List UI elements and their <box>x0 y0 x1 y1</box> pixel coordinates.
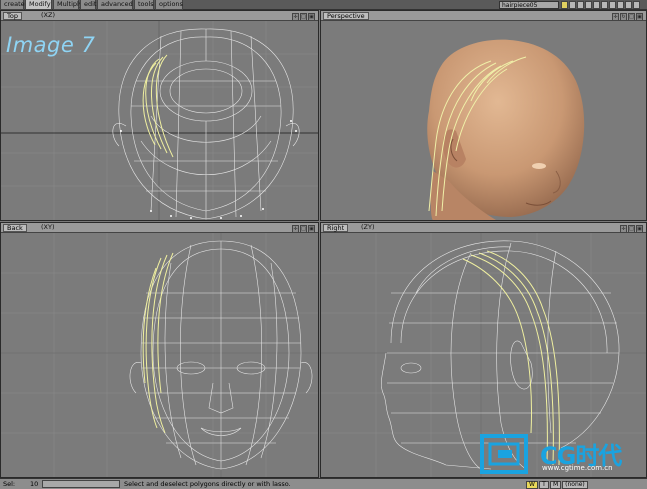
layer-button[interactable] <box>609 1 616 9</box>
viewport-title[interactable]: Perspective <box>323 12 369 20</box>
mode-m-button[interactable]: M <box>549 481 562 489</box>
layer-button[interactable] <box>569 1 576 9</box>
status-bar: Sel: 10 Select and deselect polygons dir… <box>0 478 647 489</box>
zoom-view-icon[interactable]: □ <box>300 13 307 21</box>
maximize-view-icon[interactable]: ▣ <box>308 13 315 21</box>
zoom-view-icon[interactable]: □ <box>300 225 307 233</box>
tab-options[interactable]: options <box>155 0 183 10</box>
viewport-perspective[interactable]: Perspective ✛ ↻ □ ▣ <box>320 10 647 221</box>
layer-button[interactable] <box>617 1 624 9</box>
rotate-view-icon[interactable]: ↻ <box>620 13 627 21</box>
watermark: CG时代 www.cgtime.com.cn <box>478 430 646 478</box>
layer-button[interactable] <box>593 1 600 9</box>
cg-logo-icon <box>480 434 528 474</box>
maximize-view-icon[interactable]: ▣ <box>636 225 643 233</box>
viewport-header: Perspective ✛ ↻ □ ▣ <box>321 11 646 21</box>
viewport-canvas[interactable] <box>321 21 646 220</box>
back-wireframe <box>1 233 318 477</box>
viewport-header: Top (XZ) ✛ □ ▣ <box>1 11 318 21</box>
zoom-view-icon[interactable]: □ <box>628 225 635 233</box>
maximize-view-icon[interactable]: ▣ <box>636 13 643 21</box>
zoom-view-icon[interactable]: □ <box>628 13 635 21</box>
tab-advanced[interactable]: advanced <box>97 0 133 10</box>
tab-modify[interactable]: Modify <box>25 0 52 10</box>
maximize-view-icon[interactable]: ▣ <box>308 225 315 233</box>
layer-button[interactable] <box>585 1 592 9</box>
viewport-axis: (ZY) <box>361 223 375 231</box>
selection-label: Sel: <box>3 480 16 488</box>
viewport-header: Right (ZY) ✛ □ ▣ <box>321 223 646 233</box>
layer-button[interactable] <box>577 1 584 9</box>
viewport-header: Back (XY) ✛ □ ▣ <box>1 223 318 233</box>
selection-count: 10 <box>30 480 39 488</box>
tab-multiply[interactable]: Multiply <box>53 0 83 10</box>
top-menu-bar: create Modify Multiply edit advanced too… <box>0 0 647 10</box>
object-selector[interactable]: hairpiece05 <box>499 1 559 9</box>
mode-buttons: W T M (none) <box>526 480 589 489</box>
layer-button[interactable] <box>625 1 632 9</box>
mode-t-button[interactable]: T <box>538 481 549 489</box>
move-view-icon[interactable]: ✛ <box>612 13 619 21</box>
layer-bar <box>561 1 645 9</box>
layer-button[interactable] <box>633 1 640 9</box>
shaded-head-render <box>427 39 585 220</box>
mode-w-button[interactable]: W <box>526 481 538 489</box>
selection-field[interactable] <box>42 480 120 488</box>
move-view-icon[interactable]: ✛ <box>292 225 299 233</box>
viewport-title[interactable]: Right <box>323 224 349 232</box>
viewport-title[interactable]: Top <box>3 12 22 20</box>
viewport-back[interactable]: Back (XY) ✛ □ ▣ <box>0 222 319 478</box>
tab-tools[interactable]: tools <box>134 0 154 10</box>
viewport-axis: (XY) <box>41 223 55 231</box>
viewport-top[interactable]: Top (XZ) ✛ □ ▣ Image 7 <box>0 10 319 221</box>
viewport-canvas[interactable] <box>1 233 318 477</box>
watermark-url: www.cgtime.com.cn <box>542 464 613 472</box>
viewport-title[interactable]: Back <box>3 224 27 232</box>
tab-edit[interactable]: edit <box>80 0 96 10</box>
layer-button[interactable] <box>561 1 568 9</box>
image-label: Image 7 <box>6 33 96 57</box>
move-view-icon[interactable]: ✛ <box>620 225 627 233</box>
move-view-icon[interactable]: ✛ <box>292 13 299 21</box>
viewport-axis: (XZ) <box>41 11 55 19</box>
layer-button[interactable] <box>601 1 608 9</box>
mode-none-button[interactable]: (none) <box>562 481 588 489</box>
tab-create[interactable]: create <box>0 0 25 10</box>
status-hint: Select and deselect polygons directly or… <box>124 480 291 488</box>
